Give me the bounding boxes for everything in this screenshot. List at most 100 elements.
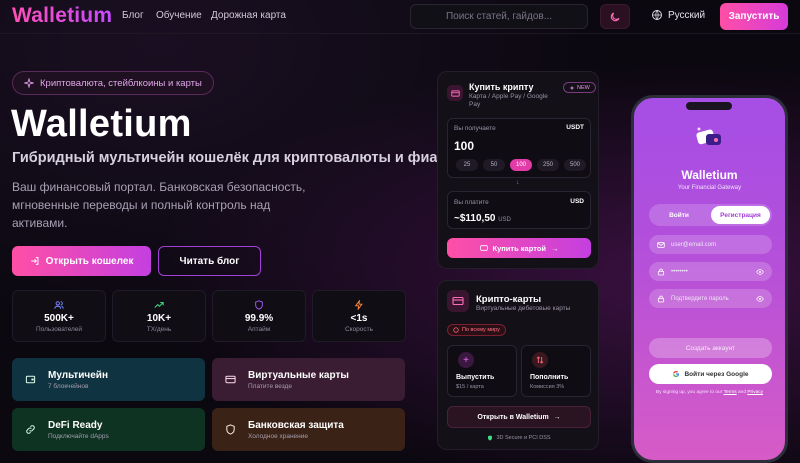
terms-prefix: By signing up, you agree to our <box>655 390 723 395</box>
nav-learning[interactable]: Обучение <box>156 10 202 21</box>
users-icon <box>54 300 64 309</box>
buy-with-card-button[interactable]: Купить картой → <box>447 238 591 258</box>
password-field[interactable]: •••••••• <box>649 262 772 281</box>
phone-notch <box>686 102 732 110</box>
eye-icon[interactable] <box>756 295 764 303</box>
crypto-cards-panel: Крипто-карты Виртуальные дебетовые карты… <box>437 280 599 450</box>
nav-roadmap[interactable]: Дорожная карта <box>211 10 286 21</box>
tab-login[interactable]: Войти <box>649 204 709 226</box>
open-in-walletium-label: Открыть в Walletium <box>477 413 549 421</box>
feature-title: Банковская защита <box>248 419 344 431</box>
wallet-icon <box>22 372 38 388</box>
search-input[interactable]: Поиск статей, гайдов... <box>410 4 588 29</box>
buy-with-card-label: Купить картой <box>492 243 546 253</box>
open-wallet-button[interactable]: Открыть кошелек <box>12 246 151 276</box>
lock-icon <box>657 295 665 302</box>
action-subtitle: Комиссия 3% <box>530 384 565 390</box>
phone-tagline: Your Financial Gateway <box>677 185 742 191</box>
auth-tabs: Войти Регистрация <box>649 204 772 226</box>
action-subtitle: $15 / карта <box>456 384 484 390</box>
crypto-card-title: Крипто-карты <box>476 294 542 305</box>
stat-label: TX/день <box>146 325 172 333</box>
open-wallet-label: Открыть кошелек <box>45 255 134 267</box>
bolt-icon <box>354 299 363 310</box>
swap-icon <box>532 352 548 368</box>
confirm-password-field[interactable]: Подтвердите пароль <box>649 289 772 308</box>
stat-value: 500K+ <box>44 312 74 324</box>
confirm-password-placeholder: Подтвердите пароль <box>671 295 729 302</box>
create-account-button[interactable]: Создать аккаунт <box>649 338 772 358</box>
phone-app-name: Walletium <box>681 168 738 182</box>
issue-card-action[interactable]: + Выпустить $15 / карта <box>447 345 517 397</box>
amount-chip[interactable]: 500 <box>564 159 586 171</box>
pay-unit: USD <box>498 217 511 223</box>
stat-label: Аптайм <box>247 325 271 333</box>
amount-chip[interactable]: 250 <box>537 159 559 171</box>
arrow-down-icon: ↓ <box>516 179 520 186</box>
open-in-walletium-button[interactable]: Открыть в Walletium → <box>447 406 591 428</box>
receive-amount-input[interactable]: 100 <box>454 139 474 153</box>
feature-title: Мультичейн <box>48 369 108 381</box>
globe-icon <box>652 10 662 20</box>
language-selector[interactable]: Русский <box>651 9 705 21</box>
feature-subtitle: 7 блокчейнов <box>48 382 89 390</box>
card-icon <box>222 372 238 388</box>
terms-and: and <box>737 390 746 395</box>
stat-label: Скорость <box>344 325 374 333</box>
privacy-link[interactable]: Privacy <box>747 390 763 395</box>
eye-icon[interactable] <box>756 268 764 276</box>
stat-label: Пользователей <box>35 325 83 333</box>
top-up-action[interactable]: Пополнить Комиссия 3% <box>521 345 591 397</box>
terms-link[interactable]: Terms <box>724 390 737 395</box>
hero-description: Ваш финансовый портал. Банковская безопа… <box>12 180 306 230</box>
amount-chip[interactable]: 25 <box>456 159 478 171</box>
launch-button[interactable]: Запустить <box>720 3 788 30</box>
amount-chip-selected[interactable]: 100 <box>510 159 532 171</box>
card-icon <box>479 245 488 251</box>
stat-transactions: 10K+ TX/день <box>112 290 206 342</box>
worldwide-badge-text: По всему миру <box>462 327 500 333</box>
tab-register[interactable]: Регистрация <box>711 206 770 224</box>
card-icon <box>447 290 469 312</box>
amount-chip[interactable]: 50 <box>483 159 505 171</box>
feature-subtitle: Подключайте dApps <box>48 432 109 440</box>
moon-icon <box>610 11 620 21</box>
google-signin-button[interactable]: Войти через Google <box>649 364 772 384</box>
feature-virtual-cards[interactable]: Виртуальные карты Платите везде <box>212 358 405 401</box>
email-placeholder: user@email.com <box>671 241 717 248</box>
google-icon <box>673 370 680 377</box>
new-badge-text: NEW <box>577 84 590 91</box>
pay-currency[interactable]: USD <box>570 198 584 205</box>
stat-value: <1s <box>350 312 368 324</box>
feature-title: DeFi Ready <box>48 419 103 431</box>
action-title: Выпустить <box>456 374 495 381</box>
crypto-card-subtitle: Виртуальные дебетовые карты <box>476 305 571 312</box>
shield-icon <box>222 422 238 438</box>
receive-label: Вы получаете <box>454 125 496 132</box>
feature-defi[interactable]: DeFi Ready Подключайте dApps <box>12 408 205 451</box>
pay-label: Вы платите <box>454 199 489 206</box>
stat-speed: <1s Скорость <box>312 290 406 342</box>
plus-icon: + <box>458 352 474 368</box>
logo[interactable]: Walletium <box>12 4 112 28</box>
feature-subtitle: Холодное хранение <box>248 432 309 440</box>
pay-value: ~$110,50 <box>454 213 496 224</box>
feature-multichain[interactable]: Мультичейн 7 блокчейнов <box>12 358 205 401</box>
pay-box: Вы платите USD ~$110,50 USD <box>447 191 591 229</box>
shield-icon <box>255 299 263 310</box>
read-blog-button[interactable]: Читать блог <box>158 246 261 276</box>
email-field[interactable]: user@email.com <box>649 235 772 254</box>
stat-users: 500K+ Пользователей <box>12 290 106 342</box>
security-note: 3D Secure и PCI DSS <box>438 435 600 441</box>
buy-crypto-card: Купить крипту Карта / Apple Pay / Google… <box>437 71 599 269</box>
nav-blog[interactable]: Блог <box>122 10 144 21</box>
globe-icon <box>453 327 459 333</box>
password-placeholder: •••••••• <box>671 268 688 275</box>
terms-note: By signing up, you agree to our Terms an… <box>634 390 785 395</box>
arrow-right-icon: → <box>550 243 559 253</box>
card-icon <box>447 85 463 101</box>
receive-currency[interactable]: USDT <box>566 124 584 131</box>
sparkle-icon <box>24 78 34 88</box>
feature-bank-security[interactable]: Банковская защита Холодное хранение <box>212 408 405 451</box>
theme-toggle-button[interactable] <box>600 4 630 29</box>
